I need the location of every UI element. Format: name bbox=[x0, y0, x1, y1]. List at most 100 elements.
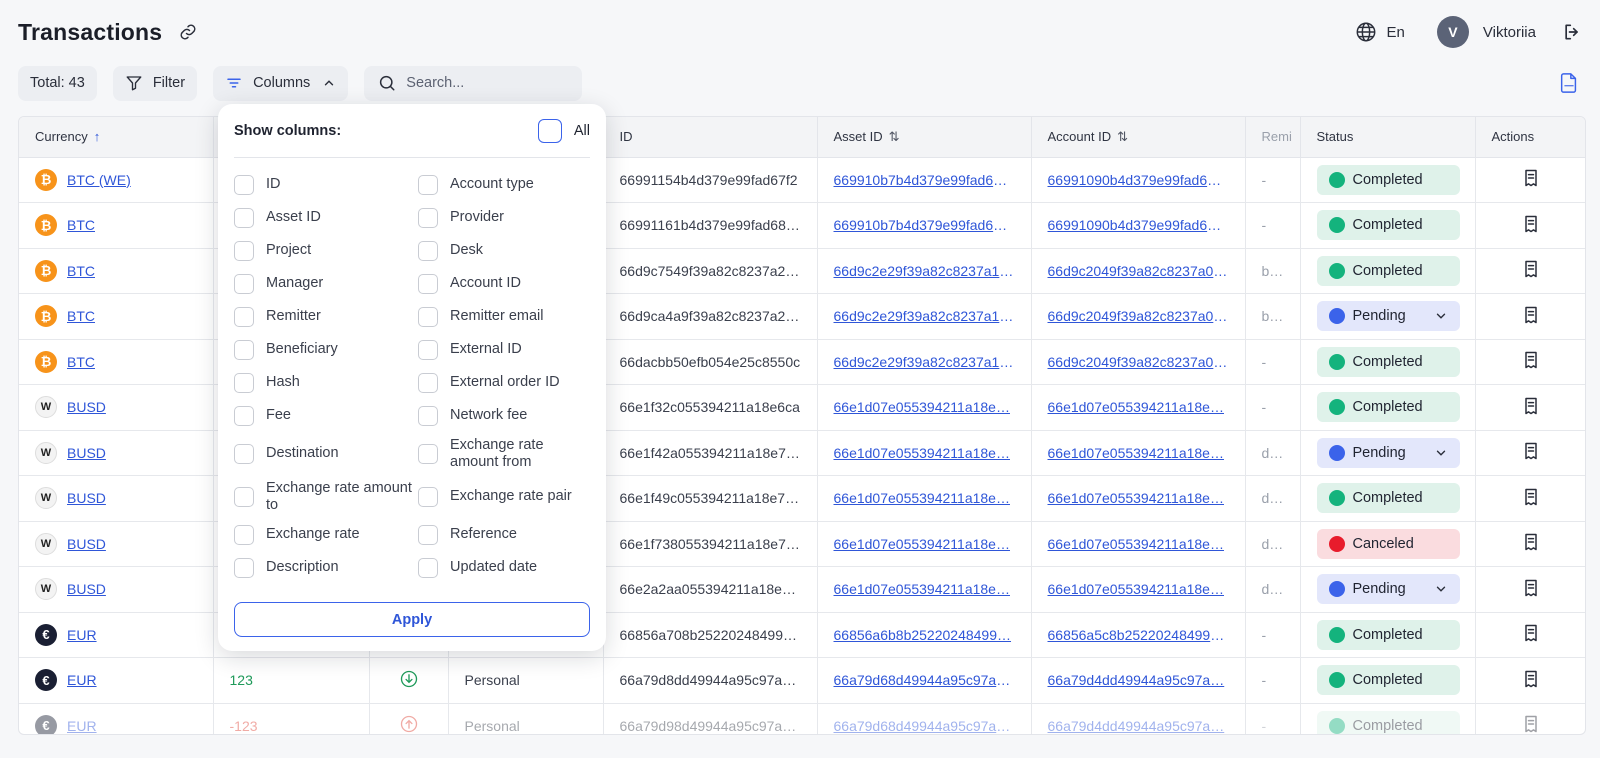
column-header-remitter[interactable]: Remi bbox=[1245, 117, 1301, 158]
column-option[interactable]: Account type bbox=[418, 168, 590, 201]
currency-link[interactable]: EUR bbox=[67, 672, 97, 688]
column-header-currency[interactable]: Currency ↑ bbox=[19, 117, 214, 158]
column-option[interactable]: External ID bbox=[418, 333, 590, 366]
column-checkbox[interactable] bbox=[234, 306, 254, 327]
account-id-link[interactable]: 66e1d07e055394211a18e… bbox=[1031, 430, 1246, 476]
user-name[interactable]: Viktoriia bbox=[1483, 24, 1536, 41]
select-all-checkbox[interactable] bbox=[537, 118, 562, 143]
column-header-id[interactable]: ID bbox=[603, 117, 818, 158]
details-icon[interactable] bbox=[1521, 716, 1541, 734]
column-checkbox[interactable] bbox=[418, 273, 438, 294]
column-checkbox[interactable] bbox=[234, 207, 254, 228]
currency-link[interactable]: BTC (WE) bbox=[67, 172, 131, 188]
currency-link[interactable]: BUSD bbox=[67, 536, 106, 552]
column-checkbox[interactable] bbox=[234, 486, 254, 507]
column-option[interactable]: Exchange rate bbox=[234, 518, 418, 551]
details-icon[interactable] bbox=[1521, 488, 1541, 510]
chevron-down-icon[interactable] bbox=[1434, 446, 1448, 460]
column-option[interactable]: Provider bbox=[418, 201, 590, 234]
column-option[interactable]: Asset ID bbox=[234, 201, 418, 234]
account-id-link[interactable]: 66856a5c8b252202484991… bbox=[1031, 612, 1246, 658]
account-id-link[interactable]: 66e1d07e055394211a18e… bbox=[1031, 475, 1246, 522]
details-icon[interactable] bbox=[1521, 306, 1541, 328]
currency-link[interactable]: BTC bbox=[67, 354, 95, 370]
account-id-link[interactable]: 66991090b4d379e99fad67… bbox=[1031, 202, 1246, 249]
chevron-down-icon[interactable] bbox=[1434, 309, 1448, 323]
column-option[interactable]: Fee bbox=[234, 399, 418, 432]
asset-id-link[interactable]: 669910b7b4d379e99fad67… bbox=[817, 202, 1032, 249]
column-option[interactable]: Project bbox=[234, 234, 418, 267]
column-option[interactable]: Manager bbox=[234, 267, 418, 300]
column-checkbox[interactable] bbox=[234, 557, 254, 578]
column-option[interactable]: Beneficiary bbox=[234, 333, 418, 366]
asset-id-link[interactable]: 66e1d07e055394211a18e… bbox=[817, 566, 1032, 613]
column-checkbox[interactable] bbox=[418, 486, 438, 507]
details-icon[interactable] bbox=[1521, 579, 1541, 601]
currency-link[interactable]: BUSD bbox=[67, 399, 106, 415]
details-icon[interactable] bbox=[1521, 534, 1541, 555]
currency-link[interactable]: BUSD bbox=[67, 581, 106, 597]
column-checkbox[interactable] bbox=[234, 443, 254, 464]
column-checkbox[interactable] bbox=[418, 443, 438, 464]
column-option[interactable]: Updated date bbox=[418, 551, 590, 584]
currency-link[interactable]: BUSD bbox=[67, 490, 106, 506]
column-option[interactable]: Network fee bbox=[418, 399, 590, 432]
chevron-down-icon[interactable] bbox=[1434, 582, 1448, 596]
asset-id-link[interactable]: 669910b7b4d379e99fad67… bbox=[817, 157, 1032, 203]
account-id-link[interactable]: 66a79d4dd49944a95c97a… bbox=[1031, 703, 1246, 734]
column-checkbox[interactable] bbox=[234, 273, 254, 294]
details-icon[interactable] bbox=[1521, 170, 1541, 191]
language-selector[interactable]: En bbox=[1355, 21, 1405, 43]
export-csv-icon[interactable] bbox=[1556, 70, 1582, 96]
search-input[interactable] bbox=[406, 75, 567, 91]
table-row[interactable]: € EUR -123 Personal 66a79d98d49944a95c97abcf… bbox=[19, 703, 1585, 734]
sort-icon[interactable]: ⇅ bbox=[889, 129, 900, 144]
account-id-link[interactable]: 66e1d07e055394211a18e… bbox=[1031, 521, 1246, 567]
column-option[interactable]: Reference bbox=[418, 518, 590, 551]
column-option[interactable]: Remitter email bbox=[418, 300, 590, 333]
column-checkbox[interactable] bbox=[418, 306, 438, 327]
column-checkbox[interactable] bbox=[234, 372, 254, 393]
column-option[interactable]: Exchange rate amount to bbox=[234, 475, 418, 518]
select-all[interactable]: All bbox=[537, 118, 590, 143]
asset-id-link[interactable]: 66e1d07e055394211a18e… bbox=[817, 384, 1032, 431]
account-id-link[interactable]: 66e1d07e055394211a18e… bbox=[1031, 566, 1246, 613]
status-badge[interactable]: Pending bbox=[1316, 437, 1460, 468]
details-icon[interactable] bbox=[1521, 625, 1541, 646]
column-checkbox[interactable] bbox=[234, 339, 254, 360]
details-icon[interactable] bbox=[1521, 397, 1541, 419]
details-icon[interactable] bbox=[1521, 443, 1541, 464]
details-icon[interactable] bbox=[1521, 352, 1541, 373]
column-checkbox[interactable] bbox=[234, 524, 254, 545]
column-option[interactable]: Account ID bbox=[418, 267, 590, 300]
column-option[interactable]: Remitter bbox=[234, 300, 418, 333]
column-option[interactable]: Desk bbox=[418, 234, 590, 267]
currency-link[interactable]: EUR bbox=[67, 627, 97, 643]
column-option[interactable]: Description bbox=[234, 551, 418, 584]
account-id-link[interactable]: 66a79d4dd49944a95c97a… bbox=[1031, 657, 1246, 704]
column-option[interactable]: Destination bbox=[234, 432, 418, 475]
currency-link[interactable]: BTC bbox=[67, 263, 95, 279]
column-checkbox[interactable] bbox=[418, 240, 438, 261]
details-icon[interactable] bbox=[1521, 261, 1541, 282]
asset-id-link[interactable]: 66856a6b8b25220248499… bbox=[817, 612, 1032, 658]
asset-id-link[interactable]: 66e1d07e055394211a18e… bbox=[817, 430, 1032, 476]
account-id-link[interactable]: 66d9c2049f39a82c8237a024 bbox=[1031, 248, 1246, 294]
currency-link[interactable]: BTC bbox=[67, 308, 95, 324]
table-row[interactable]: € EUR 123 Personal 66a79d8dd49944a95c97abc4 6… bbox=[19, 657, 1585, 704]
account-id-link[interactable]: 66d9c2049f39a82c8237a024 bbox=[1031, 293, 1246, 340]
column-checkbox[interactable] bbox=[234, 240, 254, 261]
details-icon[interactable] bbox=[1521, 215, 1541, 237]
column-checkbox[interactable] bbox=[418, 207, 438, 228]
asset-id-link[interactable]: 66a79d68d49944a95c97ab… bbox=[817, 703, 1032, 734]
account-id-link[interactable]: 66e1d07e055394211a18e… bbox=[1031, 384, 1246, 431]
column-option[interactable]: Hash bbox=[234, 366, 418, 399]
column-checkbox[interactable] bbox=[418, 174, 438, 195]
asset-id-link[interactable]: 66a79d68d49944a95c97ab… bbox=[817, 657, 1032, 704]
asset-id-link[interactable]: 66e1d07e055394211a18e… bbox=[817, 521, 1032, 567]
columns-button[interactable]: Columns bbox=[213, 65, 349, 101]
details-icon[interactable] bbox=[1521, 670, 1541, 692]
column-checkbox[interactable] bbox=[418, 339, 438, 360]
column-checkbox[interactable] bbox=[418, 372, 438, 393]
asset-id-link[interactable]: 66d9c2e29f39a82c8237a134 bbox=[817, 293, 1032, 340]
